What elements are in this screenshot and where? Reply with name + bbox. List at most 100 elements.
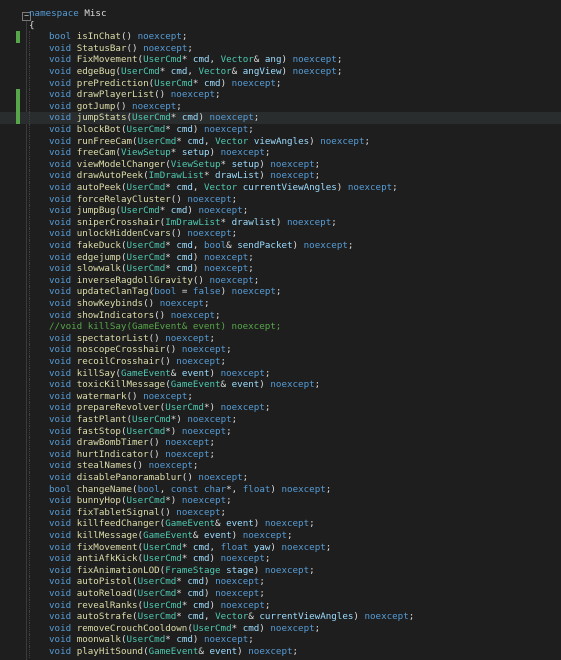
change-marker xyxy=(16,31,20,43)
code-line[interactable]: void StatusBar() noexcept; xyxy=(0,42,561,55)
indent-guide xyxy=(29,541,30,554)
code-line[interactable]: void autoReload(UserCmd* cmd) noexcept; xyxy=(0,588,561,600)
code-line[interactable]: void fastPlant(UserCmd*) noexcept; xyxy=(0,414,561,426)
code-text: bool changeName(bool, const char*, float… xyxy=(49,483,332,495)
code-line[interactable]: void fakeDuck(UserCmd* cmd, bool& sendPa… xyxy=(0,240,561,252)
code-line[interactable]: void runFreeCam(UserCmd* cmd, Vector vie… xyxy=(0,135,561,148)
code-text: void drawBombTimer() noexcept; xyxy=(49,437,216,449)
indent-guide xyxy=(29,100,30,113)
code-text: //void killSay(GameEvent& event) noexcep… xyxy=(49,321,282,333)
code-line[interactable]: bool changeName(bool, const char*, float… xyxy=(0,483,561,496)
code-text: void StatusBar() noexcept; xyxy=(49,42,193,54)
code-line[interactable]: void edgeBug(UserCmd* cmd, Vector& angVi… xyxy=(0,66,561,78)
code-line[interactable]: void revealRanks(UserCmd* cmd) noexcept; xyxy=(0,599,561,612)
indent-guide xyxy=(29,448,30,461)
code-line[interactable]: void spectatorList() noexcept; xyxy=(0,332,561,345)
code-text: void sniperCrosshair(ImDrawList* drawlis… xyxy=(49,216,337,228)
code-text: void recoilCrosshair() noexcept; xyxy=(49,356,227,367)
code-line[interactable]: void fastStop(UserCmd*) noexcept; xyxy=(0,425,561,438)
code-line[interactable]: void killfeedChanger(GameEvent& event) n… xyxy=(0,518,561,530)
code-text: void killfeedChanger(GameEvent& event) n… xyxy=(49,518,315,530)
code-line[interactable]: void edgejump(UserCmd* cmd) noexcept; xyxy=(0,251,561,264)
code-line[interactable]: void viewModelChanger(ViewSetup* setup) … xyxy=(0,158,561,171)
code-editor[interactable]: − namespace Misc { bool isInChat() noexc… xyxy=(0,0,561,660)
code-line[interactable]: void moonwalk(UserCmd* cmd) noexcept; xyxy=(0,634,561,646)
change-marker xyxy=(16,100,20,113)
code-text: void drawPlayerList() noexcept; xyxy=(49,89,221,101)
open-brace: { xyxy=(29,19,35,31)
code-line[interactable]: void toxicKillMessage(GameEvent& event) … xyxy=(0,379,561,391)
indent-guide xyxy=(29,298,30,310)
code-line[interactable]: void killMessage(GameEvent& event) noexc… xyxy=(0,530,561,542)
code-text: void disablePanoramablur() noexcept; xyxy=(49,472,249,483)
code-line[interactable]: void unlockHiddenCvars() noexcept; xyxy=(0,228,561,240)
code-line[interactable]: void prePrediction(UserCmd* cmd) noexcep… xyxy=(0,77,561,90)
code-text: void stealNames() noexcept; xyxy=(49,460,199,472)
indent-guide xyxy=(29,135,30,148)
code-line[interactable]: void stealNames() noexcept; xyxy=(0,460,561,472)
indent-guide xyxy=(29,309,30,322)
code-line[interactable]: void killSay(GameEvent& event) noexcept; xyxy=(0,367,561,380)
code-line[interactable]: void freeCam(ViewSetup* setup) noexcept; xyxy=(0,147,561,159)
code-line[interactable]: void fixAnimationLOD(FrameStage stage) n… xyxy=(0,564,561,577)
code-line[interactable]: void inverseRagdollGravity() noexcept; xyxy=(0,274,561,287)
code-text: void moonwalk(UserCmd* cmd) noexcept; xyxy=(49,634,254,646)
code-text: void inverseRagdollGravity() noexcept; xyxy=(49,274,260,286)
indent-guide xyxy=(29,321,30,333)
code-line[interactable]: void hurtIndicator() noexcept; xyxy=(0,448,561,461)
code-line[interactable]: void playHitSound(GameEvent& event) noex… xyxy=(0,646,561,658)
code-text: bool isInChat() noexcept; xyxy=(49,31,188,43)
code-line[interactable]: void fixTabletSignal() noexcept; xyxy=(0,506,561,519)
code-line[interactable]: void FixMovement(UserCmd* cmd, Vector& a… xyxy=(0,54,561,66)
code-line[interactable]: void showIndicators() noexcept; xyxy=(0,309,561,322)
code-line[interactable]: void removeCrouchCooldown(UserCmd* cmd) … xyxy=(0,622,561,635)
indent-guide xyxy=(29,437,30,449)
code-line[interactable]: void noscopeCrosshair() noexcept; xyxy=(0,344,561,356)
code-line[interactable]: void jumpStats(UserCmd* cmd) noexcept; xyxy=(0,112,561,124)
code-text: void watermark() noexcept; xyxy=(49,390,193,402)
indent-guide xyxy=(29,599,30,612)
code-line[interactable]: void gotJump() noexcept; xyxy=(0,100,561,113)
code-line[interactable]: //void killSay(GameEvent& event) noexcep… xyxy=(0,321,561,333)
indent-guide xyxy=(29,495,30,507)
code-line[interactable]: void sniperCrosshair(ImDrawList* drawlis… xyxy=(0,216,561,229)
code-line[interactable]: void autoPeek(UserCmd* cmd, Vector curre… xyxy=(0,182,561,194)
code-line[interactable]: void blockBot(UserCmd* cmd) noexcept; xyxy=(0,124,561,136)
indent-guide xyxy=(29,89,30,101)
code-text: void gotJump() noexcept; xyxy=(49,100,182,112)
code-line[interactable]: void autoStrafe(UserCmd* cmd, Vector& cu… xyxy=(0,611,561,623)
indent-guide xyxy=(29,193,30,206)
code-line[interactable]: void showKeybinds() noexcept; xyxy=(0,298,561,310)
code-line[interactable]: void jumpBug(UserCmd* cmd) noexcept; xyxy=(0,205,561,217)
code-line[interactable]: void updateClanTag(bool = false) noexcep… xyxy=(0,286,561,298)
code-line[interactable]: bool isInChat() noexcept; xyxy=(0,31,561,43)
code-line[interactable]: void recoilCrosshair() noexcept; xyxy=(0,356,561,368)
code-line[interactable]: void autoPistol(UserCmd* cmd) noexcept; xyxy=(0,576,561,588)
code-text: void hurtIndicator() noexcept; xyxy=(49,448,216,460)
code-line[interactable]: void fixMovement(UserCmd* cmd, float yaw… xyxy=(0,541,561,554)
code-line[interactable]: void disablePanoramablur() noexcept; xyxy=(0,472,561,484)
code-line[interactable]: void drawPlayerList() noexcept; xyxy=(0,89,561,101)
code-text: void prePrediction(UserCmd* cmd) noexcep… xyxy=(49,77,282,89)
indent-guide xyxy=(29,646,30,658)
code-text: void fastStop(UserCmd*) noexcept; xyxy=(49,425,232,437)
namespace-keyword: namespace xyxy=(29,8,79,19)
indent-guide xyxy=(29,553,30,565)
code-line[interactable]: void antiAfkKick(UserCmd* cmd) noexcept; xyxy=(0,553,561,565)
code-line[interactable]: void drawAutoPeek(ImDrawList* drawList) … xyxy=(0,170,561,182)
namespace-name: Misc xyxy=(84,8,107,19)
code-text: void jumpStats(UserCmd* cmd) noexcept; xyxy=(49,112,260,124)
code-line[interactable]: void watermark() noexcept; xyxy=(0,390,561,403)
code-line[interactable]: void forceRelayCluster() noexcept; xyxy=(0,193,561,206)
code-line[interactable]: void slowwalk(UserCmd* cmd) noexcept; xyxy=(0,263,561,275)
code-line[interactable]: void prepareRevolver(UserCmd*) noexcept; xyxy=(0,402,561,414)
indent-guide xyxy=(29,112,30,124)
code-text: void viewModelChanger(ViewSetup* setup) … xyxy=(49,158,321,170)
code-text: void removeCrouchCooldown(UserCmd* cmd) … xyxy=(49,622,321,634)
indent-guide xyxy=(29,124,30,136)
code-line[interactable]: void drawBombTimer() noexcept; xyxy=(0,437,561,449)
code-text: void fixTabletSignal() noexcept; xyxy=(49,506,227,518)
indent-guide xyxy=(29,472,30,484)
indent-guide xyxy=(29,564,30,577)
code-line[interactable]: void bunnyHop(UserCmd*) noexcept; xyxy=(0,495,561,507)
